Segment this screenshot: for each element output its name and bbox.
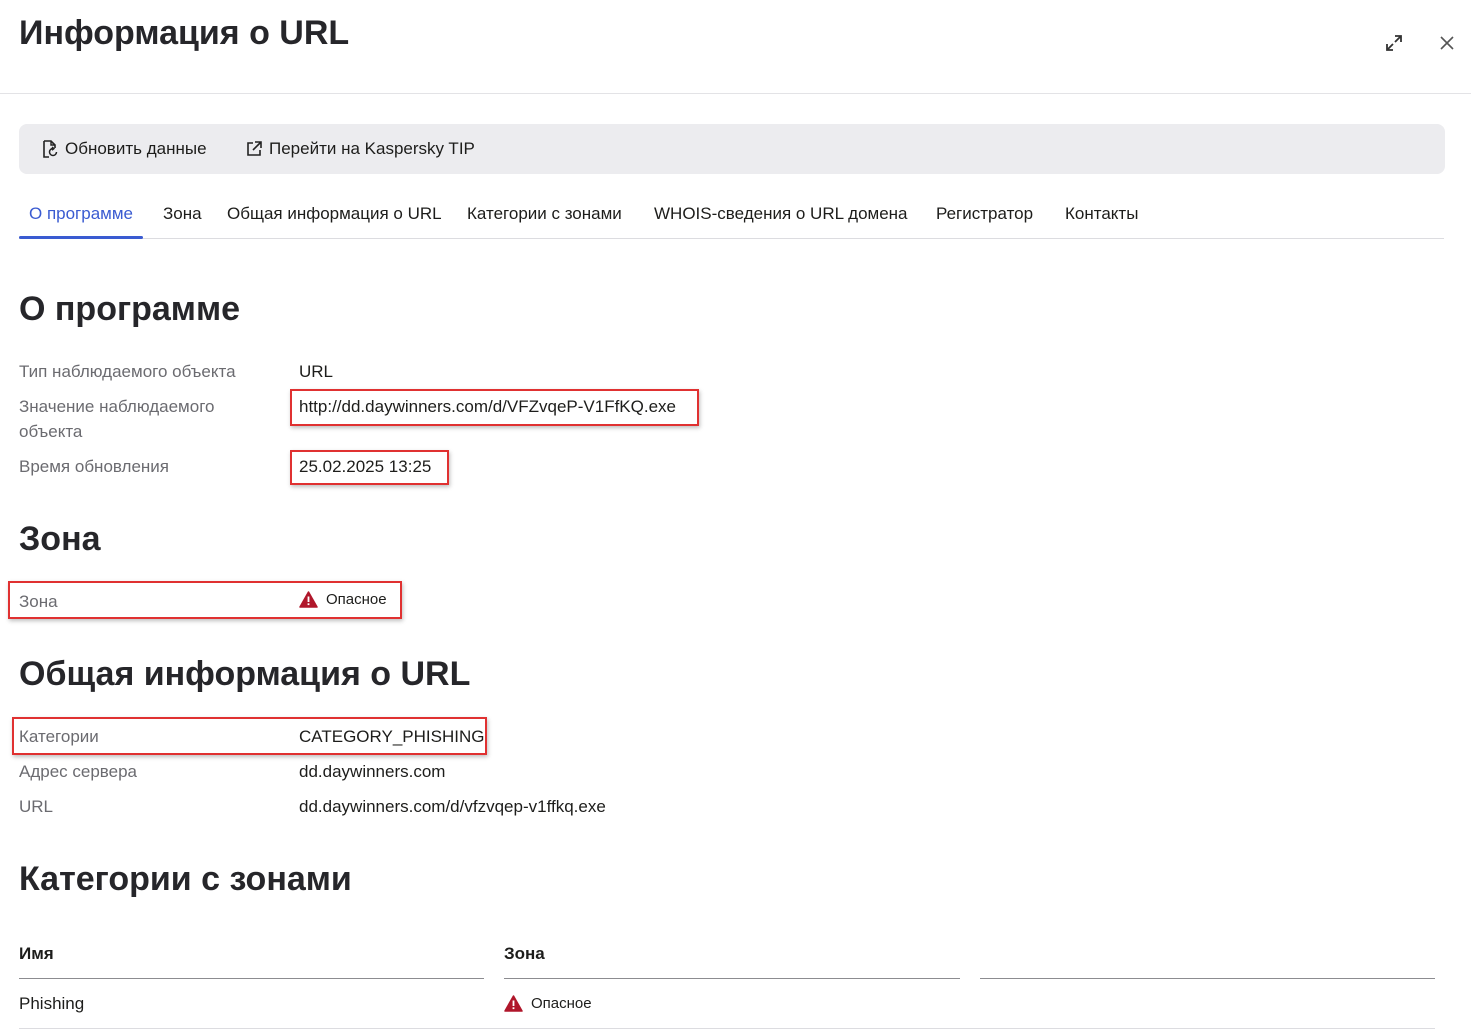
close-button[interactable] [1432,28,1462,58]
warning-triangle-icon [299,591,318,608]
tab-zone[interactable]: Зона [163,190,202,238]
field-value-url: dd.daywinners.com/d/vfzvqep-v1ffkq.exe [299,797,606,816]
column-header-name[interactable]: Имя [19,930,484,979]
refresh-file-icon [43,140,58,158]
table-row: Phishing Опасное [19,979,1435,1029]
tab-registrar[interactable]: Регистратор [936,190,1033,238]
close-icon [1440,36,1454,50]
warning-triangle-icon [504,995,523,1012]
dialog-header: Информация о URL [0,0,1471,94]
go-to-kaspersky-tip-label: Перейти на Kaspersky TIP [269,139,475,158]
table-cell-zone: Опасное [504,979,592,1028]
expand-button[interactable] [1379,28,1409,58]
expand-arrows-icon [1386,35,1402,51]
table-cell-zone-label: Опасное [531,995,592,1012]
field-value-object-value: http://dd.daywinners.com/d/VFZvqeP-V1FfK… [299,397,676,416]
field-value-categories: CATEGORY_PHISHING [299,727,485,746]
tab-contacts[interactable]: Контакты [1065,190,1138,238]
go-to-kaspersky-tip-button[interactable]: Перейти на Kaspersky TIP [245,124,475,174]
field-label-zone: Зона [19,592,58,611]
refresh-data-label: Обновить данные [65,139,207,158]
section-heading-zone: Зона [19,520,101,558]
tab-about[interactable]: О программе [18,190,144,239]
tab-whois[interactable]: WHOIS-сведения о URL домена [654,190,908,238]
tab-bar: О программе Зона Общая информация о URL … [18,190,1444,239]
field-label-object-type: Тип наблюдаемого объекта [19,362,236,381]
column-header-zone[interactable]: Зона [504,930,960,979]
section-heading-general-url-info: Общая информация о URL [19,655,471,693]
section-heading-about: О программе [19,290,241,328]
zone-status: Опасное [299,587,387,612]
tab-general-url-info[interactable]: Общая информация о URL [227,190,442,238]
field-label-url: URL [19,797,54,816]
refresh-data-button[interactable]: Обновить данные [41,124,207,174]
zone-status-label: Опасное [326,591,387,608]
tab-categories-with-zones[interactable]: Категории с зонами [467,190,622,238]
column-header-empty [980,930,1435,979]
field-label-update-time: Время обновления [19,457,170,476]
table-cell-name: Phishing [19,993,85,1013]
field-label-categories: Категории [19,727,99,746]
field-label-object-value: Значение наблюдаемого объекта [19,397,215,441]
field-value-server-address: dd.daywinners.com [299,762,446,781]
field-value-object-type: URL [299,362,334,381]
external-link-icon [247,141,262,156]
section-heading-categories-with-zones: Категории с зонами [19,860,352,898]
field-value-update-time: 25.02.2025 13:25 [299,457,432,476]
field-label-server-address: Адрес сервера [19,762,138,781]
toolbar: Обновить данные Перейти на Kaspersky TIP [19,124,1445,174]
dialog-title: Информация о URL [19,14,350,52]
